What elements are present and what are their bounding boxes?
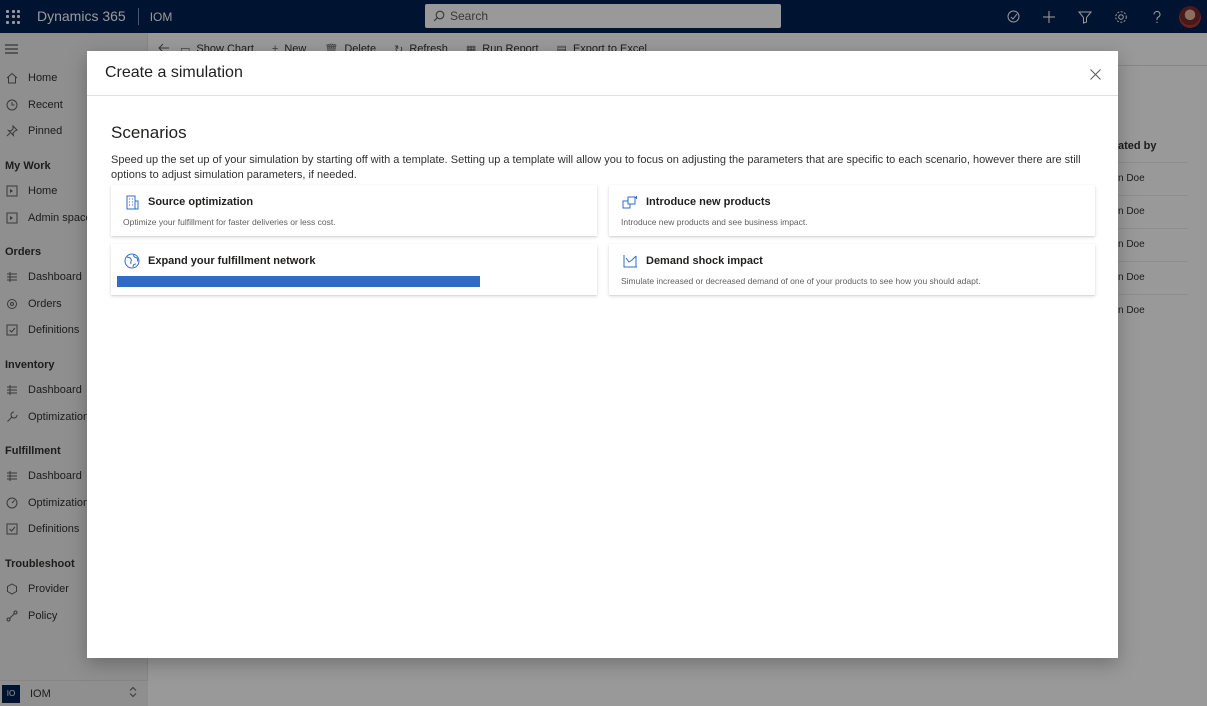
card-title: Source optimization xyxy=(148,196,254,208)
scenario-card-demand-shock-impact[interactable]: Demand shock impact Simulate increased o… xyxy=(609,244,1095,295)
close-icon xyxy=(1089,68,1101,80)
scenario-card-introduce-new-products[interactable]: Introduce new products Introduce new pro… xyxy=(609,185,1095,236)
create-simulation-dialog: Create a simulation Scenarios Speed up t… xyxy=(87,51,1118,658)
scenario-card-source-optimization[interactable]: Source optimization Optimize your fulfil… xyxy=(111,185,597,236)
dialog-header: Create a simulation xyxy=(87,51,1118,96)
scenario-card-expand-fulfillment-network[interactable]: Expand your fulfillment network xyxy=(111,244,597,295)
scenario-cards: Source optimization Optimize your fulfil… xyxy=(111,185,1095,305)
intro-text: Speed up the set up of your simulation b… xyxy=(111,154,1081,181)
card-description: Introduce new products and see business … xyxy=(621,217,808,227)
globe-icon xyxy=(124,253,140,269)
card-description: Simulate increased or decreased demand o… xyxy=(621,276,981,286)
card-title: Expand your fulfillment network xyxy=(148,255,316,267)
close-button[interactable] xyxy=(1088,67,1102,81)
progress-fill xyxy=(117,276,480,287)
loading-progress-bar xyxy=(117,276,480,287)
building-icon xyxy=(124,194,140,210)
section-title: Scenarios xyxy=(111,123,187,142)
products-icon xyxy=(622,194,638,210)
chart-icon xyxy=(622,253,638,269)
card-title: Introduce new products xyxy=(646,196,771,208)
card-title: Demand shock impact xyxy=(646,255,763,267)
dialog-title: Create a simulation xyxy=(105,64,243,81)
card-description: Optimize your fulfillment for faster del… xyxy=(123,217,336,227)
